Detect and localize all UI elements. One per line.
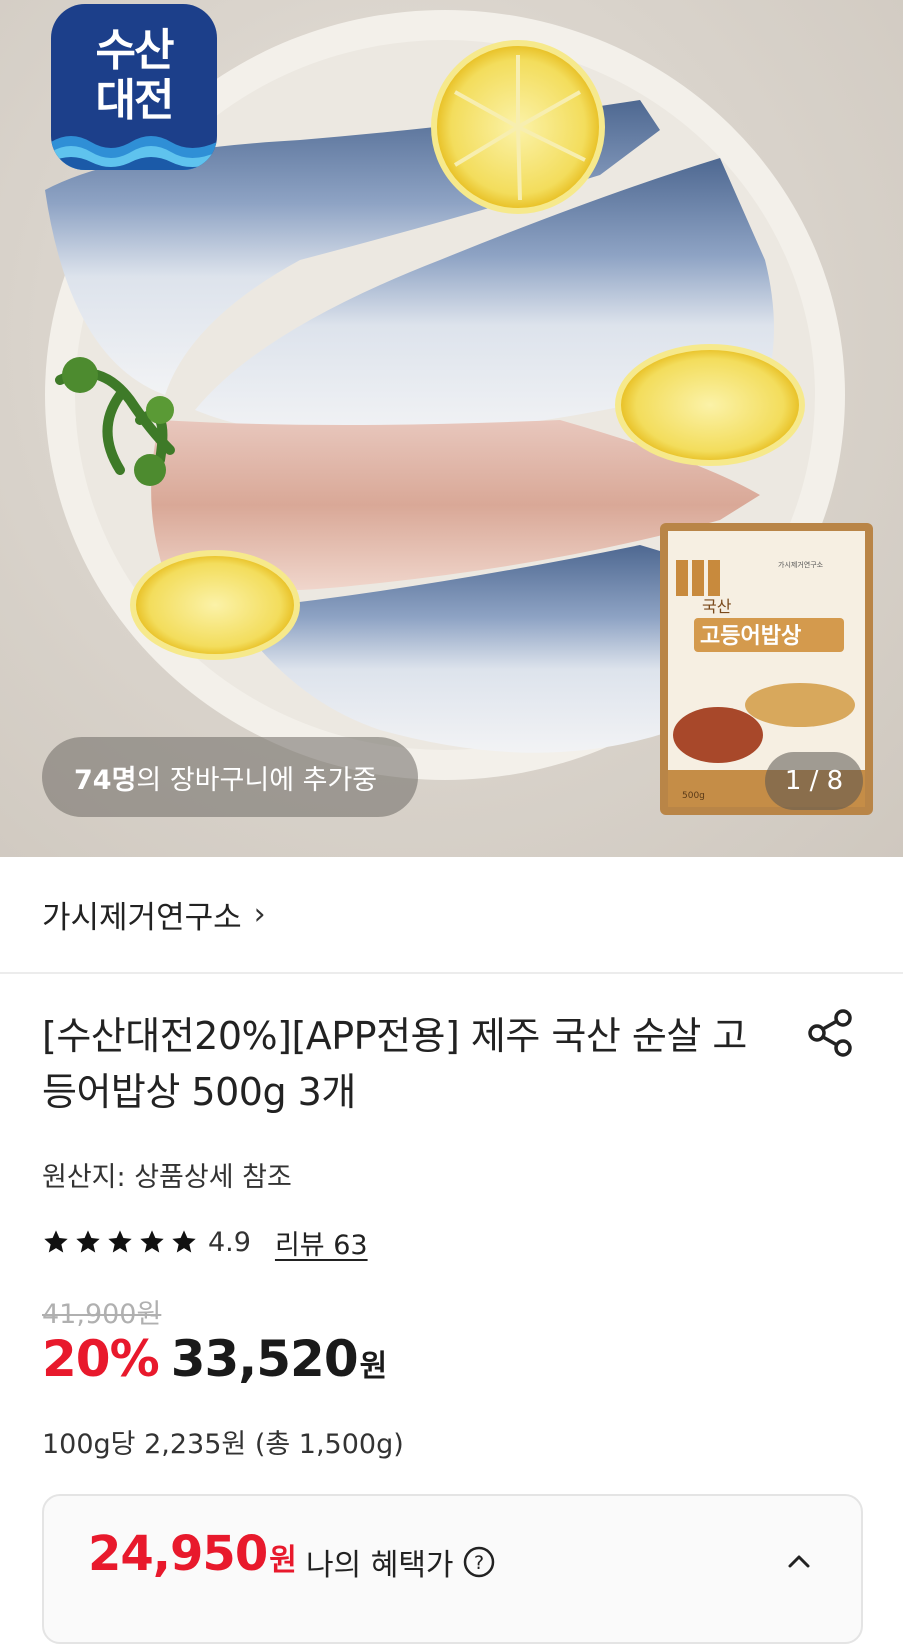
- rating-row: 4.9 리뷰 63: [42, 1222, 368, 1262]
- price-row: 20% 33,520 원: [42, 1330, 387, 1388]
- benefit-price-card[interactable]: 24,950 원 나의 혜택가 ?: [42, 1494, 863, 1644]
- currency-unit: 원: [359, 1349, 388, 1384]
- review-link[interactable]: 리뷰 63: [275, 1223, 368, 1262]
- product-title: [수산대전20%][APP전용] 제주 국산 순살 고등어밥상 500g 3개: [42, 1014, 747, 1114]
- benefit-price: 24,950 원: [88, 1526, 297, 1582]
- logo-line2: 대전: [95, 75, 175, 126]
- chevron-right-icon: ›: [253, 897, 266, 932]
- benefit-currency: 원: [269, 1543, 297, 1578]
- cart-count-badge: 74명 의 장바구니에 추가중: [42, 737, 418, 817]
- wave-icon: [51, 136, 217, 170]
- star-icon: [76, 1230, 100, 1253]
- star-icon: [172, 1230, 196, 1253]
- star-icon: [140, 1230, 164, 1253]
- package-weight: 500g: [682, 791, 705, 801]
- image-counter: 1 / 8: [765, 752, 863, 810]
- star-icon: [108, 1230, 132, 1253]
- package-label-top: 국산: [702, 597, 732, 616]
- original-price: 41,900원: [42, 1299, 162, 1330]
- seafood-fair-logo: 수산 대전: [51, 4, 217, 170]
- benefit-price-value: 24,950: [88, 1526, 268, 1582]
- cart-count: 74명: [74, 764, 137, 796]
- sale-price: 33,520: [170, 1330, 359, 1388]
- brand-name: 가시제거연구소: [42, 900, 242, 936]
- origin-info: 원산지: 상품상세 참조: [42, 1162, 292, 1193]
- package-brand: 가시제거연구소: [778, 560, 824, 569]
- brand-link[interactable]: 가시제거연구소 ›: [0, 857, 903, 974]
- rating-value: 4.9: [208, 1226, 251, 1258]
- cart-text: 의 장바구니에 추가중: [136, 764, 378, 796]
- product-image-carousel[interactable]: 국산 고등어밥상 가시제거연구소 500g 수산 대전 74명 의 장바구니에 …: [0, 0, 903, 857]
- question-icon[interactable]: ?: [462, 1545, 496, 1579]
- unit-price: 100g당 2,235원 (총 1,500g): [42, 1429, 404, 1460]
- logo-line1: 수산: [95, 25, 175, 76]
- package-title: 고등어밥상: [700, 624, 801, 649]
- star-icon: [44, 1230, 68, 1253]
- discount-rate: 20%: [42, 1330, 160, 1388]
- star-rating: [42, 1228, 198, 1256]
- svg-text:?: ?: [474, 1552, 484, 1574]
- chevron-up-icon[interactable]: [784, 1546, 814, 1576]
- benefit-label-text: 나의 혜택가: [306, 1548, 454, 1583]
- share-icon[interactable]: [806, 1008, 856, 1058]
- benefit-label: 나의 혜택가 ?: [306, 1540, 496, 1584]
